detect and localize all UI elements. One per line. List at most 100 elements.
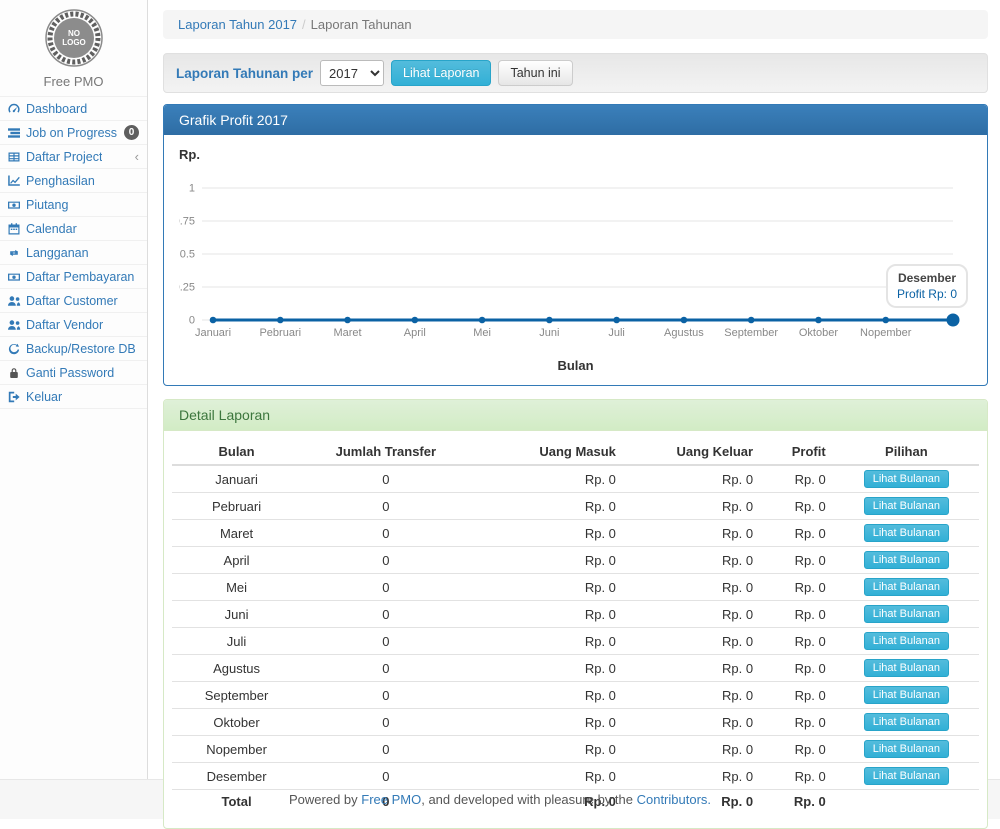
cell-pilihan: Lihat Bulanan <box>834 682 979 709</box>
sidebar-item-penghasilan[interactable]: Penghasilan <box>0 169 147 193</box>
cell-profit: Rp. 0 <box>761 547 834 574</box>
money-icon <box>7 270 21 284</box>
cell-pilihan: Lihat Bulanan <box>834 493 979 520</box>
sidebar-item-label: Dashboard <box>26 102 87 116</box>
table-icon <box>7 150 21 164</box>
cell-jumlah-transfer: 0 <box>301 465 470 493</box>
cell-uang-keluar: Rp. 0 <box>624 709 761 736</box>
cell-uang-masuk: Rp. 0 <box>471 520 624 547</box>
cell-profit: Rp. 0 <box>761 601 834 628</box>
table-row: Juli0Rp. 0Rp. 0Rp. 0Lihat Bulanan <box>172 628 979 655</box>
lihat-bulanan-button[interactable]: Lihat Bulanan <box>864 497 949 515</box>
svg-text:September: September <box>724 327 778 339</box>
sidebar-item-daftar-customer[interactable]: Daftar Customer <box>0 289 147 313</box>
lihat-bulanan-button[interactable]: Lihat Bulanan <box>864 713 949 731</box>
cell-bulan: Mei <box>172 574 301 601</box>
cell-profit: Rp. 0 <box>761 493 834 520</box>
lihat-bulanan-button[interactable]: Lihat Bulanan <box>864 686 949 704</box>
report-table: Bulan Jumlah Transfer Uang Masuk Uang Ke… <box>172 439 979 814</box>
svg-text:Januari: Januari <box>195 327 231 339</box>
svg-text:Oktober: Oktober <box>799 327 838 339</box>
profit-line-chart[interactable]: 10.750.50.250JanuariPebruariMaretAprilMe… <box>179 165 972 350</box>
cell-pilihan: Lihat Bulanan <box>834 601 979 628</box>
footer-text-prefix: Powered by <box>289 792 361 807</box>
sidebar-item-langganan[interactable]: Langganan <box>0 241 147 265</box>
sidebar-item-calendar[interactable]: Calendar <box>0 217 147 241</box>
sidebar-item-daftar-project[interactable]: Daftar Project‹ <box>0 145 147 169</box>
sidebar-item-label: Keluar <box>26 390 62 404</box>
cell-pilihan: Lihat Bulanan <box>834 547 979 574</box>
chart-canvas[interactable]: 10.750.50.250JanuariPebruariMaretAprilMe… <box>179 165 975 350</box>
table-row: Pebruari0Rp. 0Rp. 0Rp. 0Lihat Bulanan <box>172 493 979 520</box>
cell-uang-masuk: Rp. 0 <box>471 601 624 628</box>
contributors-link[interactable]: Contributors. <box>637 792 711 807</box>
calendar-icon <box>7 222 21 236</box>
profit-chart-panel: Grafik Profit 2017 Rp. 10.750.50.250Janu… <box>163 104 988 386</box>
lihat-bulanan-button[interactable]: Lihat Bulanan <box>864 551 949 569</box>
cell-profit: Rp. 0 <box>761 628 834 655</box>
report-table-body: Januari0Rp. 0Rp. 0Rp. 0Lihat BulananPebr… <box>172 465 979 814</box>
svg-text:0.25: 0.25 <box>179 282 195 294</box>
cell-jumlah-transfer: 0 <box>301 547 470 574</box>
sidebar-item-keluar[interactable]: Keluar <box>0 385 147 409</box>
sidebar-item-job-on-progress[interactable]: Job on Progress0 <box>0 121 147 145</box>
col-header-bulan: Bulan <box>172 439 301 465</box>
sidebar-item-backup-restore-db[interactable]: Backup/Restore DB <box>0 337 147 361</box>
table-row: Oktober0Rp. 0Rp. 0Rp. 0Lihat Bulanan <box>172 709 979 736</box>
lihat-bulanan-button[interactable]: Lihat Bulanan <box>864 578 949 596</box>
lihat-bulanan-button[interactable]: Lihat Bulanan <box>864 632 949 650</box>
lihat-bulanan-button[interactable]: Lihat Bulanan <box>864 470 949 488</box>
sidebar: NO LOGO Free PMO DashboardJob on Progres… <box>0 0 148 779</box>
sidebar-item-daftar-pembayaran[interactable]: Daftar Pembayaran <box>0 265 147 289</box>
report-filter-bar: Laporan Tahunan per 2017 Lihat Laporan T… <box>163 53 988 93</box>
money-icon <box>7 198 21 212</box>
cell-jumlah-transfer: 0 <box>301 520 470 547</box>
sidebar-item-daftar-vendor[interactable]: Daftar Vendor <box>0 313 147 337</box>
cell-uang-masuk: Rp. 0 <box>471 655 624 682</box>
tahun-ini-button[interactable]: Tahun ini <box>498 60 572 86</box>
breadcrumb-link[interactable]: Laporan Tahun 2017 <box>178 17 297 32</box>
cell-pilihan: Lihat Bulanan <box>834 709 979 736</box>
svg-text:April: April <box>404 327 426 339</box>
cell-bulan: Maret <box>172 520 301 547</box>
detail-panel-body: Bulan Jumlah Transfer Uang Masuk Uang Ke… <box>164 431 987 828</box>
cell-bulan: Pebruari <box>172 493 301 520</box>
lock-icon <box>7 366 21 380</box>
lihat-laporan-button[interactable]: Lihat Laporan <box>391 60 491 86</box>
cell-pilihan: Lihat Bulanan <box>834 628 979 655</box>
table-header-row: Bulan Jumlah Transfer Uang Masuk Uang Ke… <box>172 439 979 465</box>
cell-jumlah-transfer: 0 <box>301 628 470 655</box>
lihat-bulanan-button[interactable]: Lihat Bulanan <box>864 524 949 542</box>
cell-bulan: Oktober <box>172 709 301 736</box>
svg-text:LOGO: LOGO <box>62 38 86 47</box>
chart-tooltip: Desember Profit Rp: 0 <box>886 264 968 308</box>
lihat-bulanan-button[interactable]: Lihat Bulanan <box>864 740 949 758</box>
lihat-bulanan-button[interactable]: Lihat Bulanan <box>864 767 949 785</box>
detail-report-panel: Detail Laporan Bulan Jumlah Transfer Uan… <box>163 399 988 829</box>
dashboard-icon <box>7 102 21 116</box>
lihat-bulanan-button[interactable]: Lihat Bulanan <box>864 605 949 623</box>
cell-bulan: Nopember <box>172 736 301 763</box>
sidebar-item-ganti-password[interactable]: Ganti Password <box>0 361 147 385</box>
sidebar-menu: Dashboard Job on Progress0Daftar Project‹… <box>0 96 147 409</box>
sidebar-item-dashboard[interactable]: Dashboard <box>0 97 147 121</box>
sidebar-item-label: Piutang <box>26 198 68 212</box>
refresh-icon <box>7 342 21 356</box>
cell-uang-masuk: Rp. 0 <box>471 709 624 736</box>
sidebar-item-piutang[interactable]: Piutang <box>0 193 147 217</box>
cell-uang-masuk: Rp. 0 <box>471 682 624 709</box>
year-select[interactable]: 2017 <box>320 60 384 86</box>
detail-panel-title: Detail Laporan <box>164 400 987 431</box>
cell-jumlah-transfer: 0 <box>301 682 470 709</box>
table-row: Mei0Rp. 0Rp. 0Rp. 0Lihat Bulanan <box>172 574 979 601</box>
chevron-left-icon: ‹ <box>135 151 139 163</box>
cell-bulan: Januari <box>172 465 301 493</box>
svg-text:Pebruari: Pebruari <box>259 327 301 339</box>
cell-uang-masuk: Rp. 0 <box>471 763 624 790</box>
lihat-bulanan-button[interactable]: Lihat Bulanan <box>864 659 949 677</box>
svg-text:Mei: Mei <box>473 327 491 339</box>
filter-label: Laporan Tahunan per <box>176 66 313 81</box>
free-pmo-link[interactable]: Free PMO <box>361 792 421 807</box>
svg-text:Juni: Juni <box>539 327 559 339</box>
users-icon <box>7 318 21 332</box>
